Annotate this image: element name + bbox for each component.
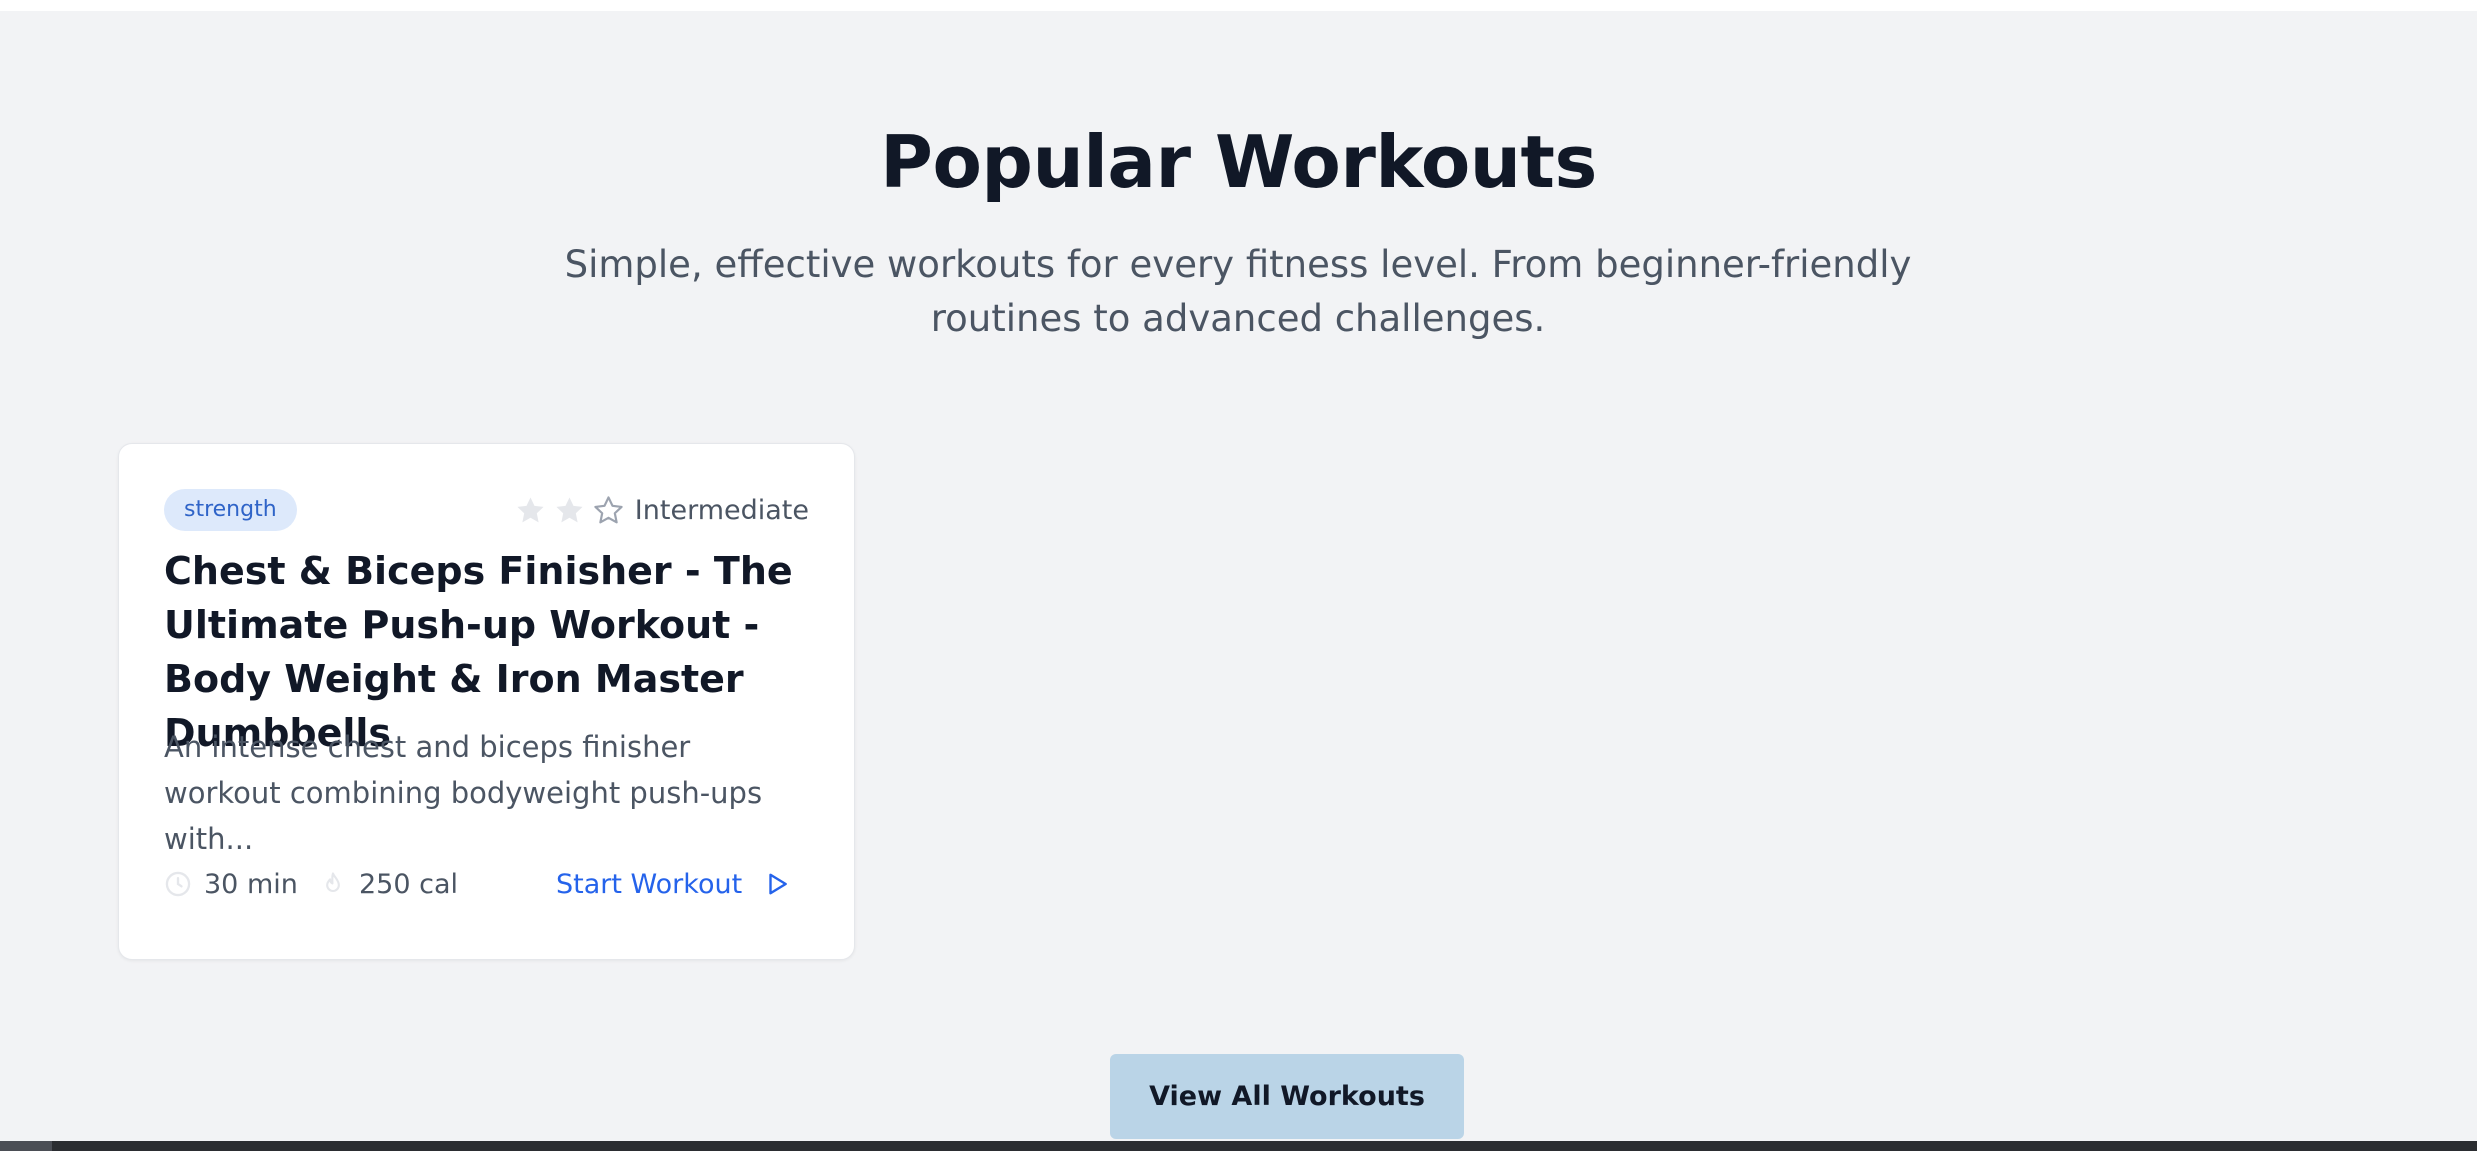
- workout-description: An intense chest and biceps finisher wor…: [164, 730, 763, 856]
- star-icon: [517, 496, 544, 522]
- difficulty-label: Intermediate: [634, 494, 809, 526]
- category-tag: strength: [164, 489, 297, 531]
- workout-card[interactable]: strength Intermediate Chest & Biceps Fin…: [118, 443, 855, 960]
- clock-icon: [165, 871, 191, 897]
- calories-meta: 250 cal: [319, 862, 458, 906]
- star-icon: [594, 495, 623, 523]
- play-icon: [769, 873, 788, 895]
- section-title: Popular Workouts: [880, 120, 1597, 204]
- horizontal-scrollbar[interactable]: [0, 1141, 2477, 1151]
- top-strip: [0, 0, 2477, 11]
- view-all-workouts-button[interactable]: View All Workouts: [1110, 1054, 1464, 1139]
- start-workout-label: Start Workout: [556, 868, 743, 900]
- flame-icon: [326, 872, 340, 893]
- duration-value: 30 min: [204, 868, 298, 900]
- scrollbar-thumb[interactable]: [0, 1141, 52, 1151]
- star-icon: [556, 496, 583, 522]
- duration-meta: 30 min: [164, 862, 298, 906]
- difficulty-rating: Intermediate: [514, 489, 809, 531]
- start-workout-link[interactable]: Start Workout: [556, 862, 790, 906]
- section-subtitle: Simple, effective workouts for every fit…: [564, 243, 1912, 340]
- calories-value: 250 cal: [359, 868, 459, 900]
